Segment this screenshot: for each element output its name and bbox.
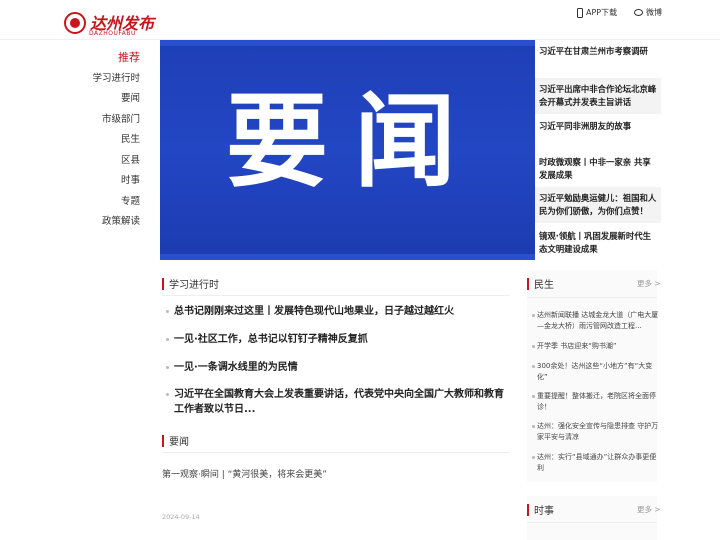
hero-stripe <box>160 40 535 46</box>
livelihood-item[interactable]: 重要提醒！整体搬迁，老院区将全面停诊！ <box>532 391 659 413</box>
hero-stripe <box>160 254 535 260</box>
logo-emblem-icon <box>64 12 86 34</box>
study-item[interactable]: 总书记刚刚来过这里丨发展特色现代山地果业，日子越过越红火 <box>166 304 511 319</box>
weibo-link[interactable]: 微博 <box>634 7 662 18</box>
divider <box>527 522 657 523</box>
nav-item-livelihood[interactable]: 民生 <box>80 130 140 151</box>
current-more-link[interactable]: 更多 > <box>637 504 661 515</box>
study-item[interactable]: 一见·社区工作，总书记以钉钉子精神反复抓 <box>166 332 511 347</box>
divider <box>527 297 657 298</box>
nav-item-current[interactable]: 时事 <box>80 171 140 192</box>
livelihood-item[interactable]: 达州：强化安全宣传与隐患排查 守护万家平安与清凉 <box>532 421 659 443</box>
nav-item-news[interactable]: 要闻 <box>80 89 140 110</box>
news-item[interactable]: 第一观察·瞬间 | “黄河很美，将来会更美” <box>162 467 327 480</box>
study-title: 学习进行时 <box>169 280 219 291</box>
weibo-label: 微博 <box>646 8 662 17</box>
hero-title: 要闻 <box>226 83 482 202</box>
phone-icon <box>577 7 583 18</box>
nav-item-districts[interactable]: 区县 <box>80 151 140 172</box>
livelihood-item[interactable]: 300余处！达州这些“小地方”有“大变化” <box>532 361 659 383</box>
livelihood-item[interactable]: 达州：实行“县域通办”让群众办事更便利 <box>532 452 659 474</box>
weibo-icon <box>634 9 643 16</box>
section-marker <box>162 277 164 290</box>
livelihood-title: 民生 <box>534 280 554 291</box>
headline-item[interactable]: 习近平同非洲朋友的故事 <box>535 114 661 138</box>
divider <box>162 452 510 453</box>
livelihood-more-link[interactable]: 更多 > <box>637 278 661 289</box>
news-title: 要闻 <box>169 437 189 448</box>
site-logo[interactable]: 达州发布 DAZHOUFABU <box>64 10 159 42</box>
section-marker <box>527 503 529 516</box>
nav-item-study[interactable]: 学习进行时 <box>80 69 140 90</box>
site-header: 达州发布 DAZHOUFABU APP下载 微博 <box>0 0 720 40</box>
divider <box>162 295 510 296</box>
study-item[interactable]: 习近平在全国教育大会上发表重要讲话，代表党中央向全国广大教师和教育工作者致以节日… <box>166 387 511 417</box>
logo-subtitle: DAZHOUFABU <box>89 30 136 37</box>
nav-item-departments[interactable]: 市级部门 <box>80 110 140 131</box>
study-section-title: 学习进行时 <box>162 276 219 291</box>
side-nav: 推荐 学习进行时 要闻 市级部门 民生 区县 时事 专题 政策解读 <box>80 48 140 233</box>
current-section-title: 时事 <box>527 502 554 517</box>
headline-item[interactable]: 习近平在甘肃兰州市考察调研 <box>535 40 661 63</box>
app-download-label: APP下载 <box>586 8 618 17</box>
hero-banner[interactable]: 要闻 <box>160 40 535 260</box>
nav-item-policy[interactable]: 政策解读 <box>80 212 140 233</box>
nav-item-recommend[interactable]: 推荐 <box>80 48 140 69</box>
section-marker <box>527 277 529 290</box>
news-section-title: 要闻 <box>162 433 189 448</box>
headline-item[interactable]: 习近平出席中非合作论坛北京峰会开幕式并发表主旨讲话 <box>535 78 661 114</box>
current-title: 时事 <box>534 506 554 517</box>
livelihood-item[interactable]: 达州新闻联播 达城金龙大道（广电大厦—金龙大桥）雨污管网改造工程... <box>532 310 659 332</box>
news-date: 2024-09-14 <box>162 513 200 521</box>
headline-item[interactable]: 时政微观察丨中非一家亲 共享发展成果 <box>535 151 661 187</box>
headline-list: 习近平在甘肃兰州市考察调研 习近平出席中非合作论坛北京峰会开幕式并发表主旨讲话 … <box>535 40 661 260</box>
app-download-link[interactable]: APP下载 <box>577 7 617 18</box>
nav-item-topics[interactable]: 专题 <box>80 192 140 213</box>
livelihood-item[interactable]: 开学季 书店迎来“购书潮” <box>532 341 659 352</box>
section-marker <box>162 434 164 447</box>
study-item[interactable]: 一见·一条调水线里的为民情 <box>166 360 511 375</box>
headline-item[interactable]: 镜观·领航丨巩固发展新时代生态文明建设成果 <box>535 225 661 260</box>
headline-item[interactable]: 习近平勉励奥运健儿：祖国和人民为你们骄傲，为你们点赞！ <box>535 187 661 223</box>
livelihood-section-title: 民生 <box>527 276 554 291</box>
